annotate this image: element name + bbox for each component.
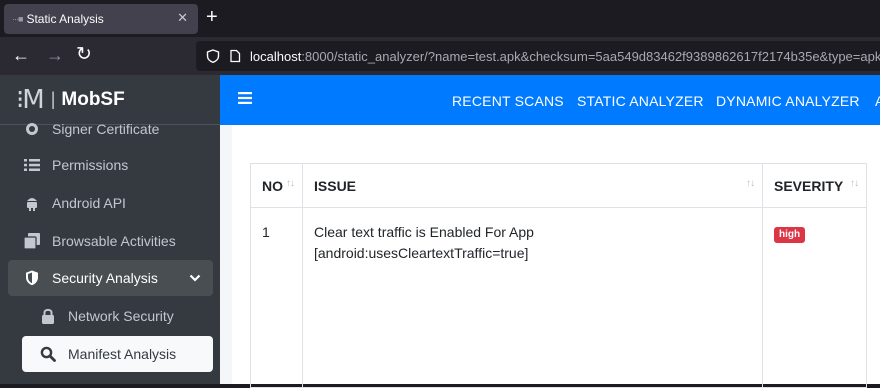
sidebar-item-permissions[interactable]: Permissions bbox=[8, 147, 213, 183]
mobsf-logo-icon: ⁝M bbox=[16, 84, 45, 115]
clone-icon bbox=[22, 233, 42, 249]
sidebar-item-manifest-analysis[interactable]: Manifest Analysis bbox=[22, 336, 213, 372]
sidebar-item-label: Signer Certificate bbox=[52, 121, 160, 137]
issue-detail: [android:usesCleartextTraffic=true] bbox=[314, 245, 529, 261]
forward-arrow-icon[interactable]: → bbox=[46, 45, 64, 65]
sidebar: ⁝M | MobSF Signer Certificate Permission… bbox=[0, 75, 220, 384]
manifest-analysis-card: NO ↑↓ ISSUE ↑↓ SEVERITY ↑↓ 1 Clear text tra… bbox=[232, 125, 880, 388]
sidebar-item-security-analysis[interactable]: Security Analysis bbox=[8, 260, 213, 296]
sidebar-item-browsable-activities[interactable]: Browsable Activities bbox=[8, 223, 213, 259]
sidebar-item-label: Network Security bbox=[68, 308, 174, 324]
browser-toolbar: ← → ↻ localhost:8000/static_analyzer/?na… bbox=[0, 37, 880, 75]
nav-recent-scans[interactable]: RECENT SCANS bbox=[452, 93, 564, 109]
nav-item-truncated[interactable]: A bbox=[875, 93, 880, 109]
hamburger-menu-icon[interactable] bbox=[238, 91, 252, 110]
nav-static-analyzer[interactable]: STATIC ANALYZER bbox=[577, 93, 704, 109]
chevron-down-icon bbox=[189, 270, 201, 286]
column-header-severity[interactable]: SEVERITY ↑↓ bbox=[762, 163, 867, 208]
browser-tab[interactable]: ···■ Static Analysis ✕ bbox=[4, 4, 198, 34]
issue-title: Clear text traffic is Enabled For App bbox=[314, 224, 534, 240]
reload-icon[interactable]: ↻ bbox=[76, 45, 92, 65]
browser-tab-strip: ···■ Static Analysis ✕ + bbox=[0, 0, 880, 37]
android-icon bbox=[22, 195, 42, 211]
url-host: localhost bbox=[250, 48, 302, 64]
severity-badge: high bbox=[774, 227, 806, 243]
shield-icon bbox=[22, 270, 42, 286]
table-row: 1 Clear text traffic is Enabled For App … bbox=[250, 207, 867, 388]
sidebar-item-label: Security Analysis bbox=[52, 270, 158, 286]
tab-title: Static Analysis bbox=[26, 12, 104, 26]
sidebar-item-label: Manifest Analysis bbox=[68, 346, 177, 362]
sidebar-item-signer-certificate[interactable]: Signer Certificate bbox=[8, 113, 213, 137]
table-header-row: NO ↑↓ ISSUE ↑↓ SEVERITY ↑↓ bbox=[250, 163, 867, 208]
sort-icon[interactable]: ↑↓ bbox=[286, 178, 295, 189]
sidebar-item-label: Android API bbox=[52, 195, 126, 211]
sidebar-item-network-security[interactable]: Network Security bbox=[22, 298, 213, 334]
close-tab-icon[interactable]: ✕ bbox=[177, 10, 188, 26]
cell-no: 1 bbox=[250, 207, 303, 388]
new-tab-icon[interactable]: + bbox=[206, 6, 218, 28]
lock-icon bbox=[38, 308, 58, 324]
cell-severity: high bbox=[762, 207, 867, 388]
list-icon bbox=[22, 158, 42, 172]
back-arrow-icon[interactable]: ← bbox=[12, 45, 30, 65]
address-bar[interactable]: localhost:8000/static_analyzer/?name=tes… bbox=[196, 41, 880, 71]
url-path: :8000/static_analyzer/?name=test.apk&che… bbox=[301, 48, 880, 64]
sort-icon[interactable]: ↑↓ bbox=[850, 178, 859, 189]
shield-icon[interactable] bbox=[206, 49, 220, 63]
brand-name: MobSF bbox=[61, 88, 125, 110]
sidebar-item-label: Permissions bbox=[52, 157, 129, 173]
sidebar-item-android-api[interactable]: Android API bbox=[8, 185, 213, 221]
column-header-issue[interactable]: ISSUE ↑↓ bbox=[302, 163, 763, 208]
search-icon bbox=[38, 346, 58, 362]
nav-dynamic-analyzer[interactable]: DYNAMIC ANALYZER bbox=[716, 93, 860, 109]
column-header-no[interactable]: NO ↑↓ bbox=[250, 163, 303, 208]
top-navbar: RECENT SCANS STATIC ANALYZER DYNAMIC ANA… bbox=[220, 75, 880, 125]
tab-favicon-icon: ···■ bbox=[12, 14, 23, 24]
manifest-issues-table: NO ↑↓ ISSUE ↑↓ SEVERITY ↑↓ 1 Clear text tra… bbox=[250, 163, 867, 388]
certificate-icon bbox=[22, 121, 42, 137]
brand-separator: | bbox=[50, 89, 56, 109]
sidebar-item-label: Browsable Activities bbox=[52, 233, 176, 249]
cell-issue: Clear text traffic is Enabled For App [a… bbox=[302, 207, 763, 388]
main-content: RECENT SCANS STATIC ANALYZER DYNAMIC ANA… bbox=[220, 75, 880, 388]
page-icon bbox=[230, 49, 241, 63]
sort-icon[interactable]: ↑↓ bbox=[746, 178, 755, 189]
